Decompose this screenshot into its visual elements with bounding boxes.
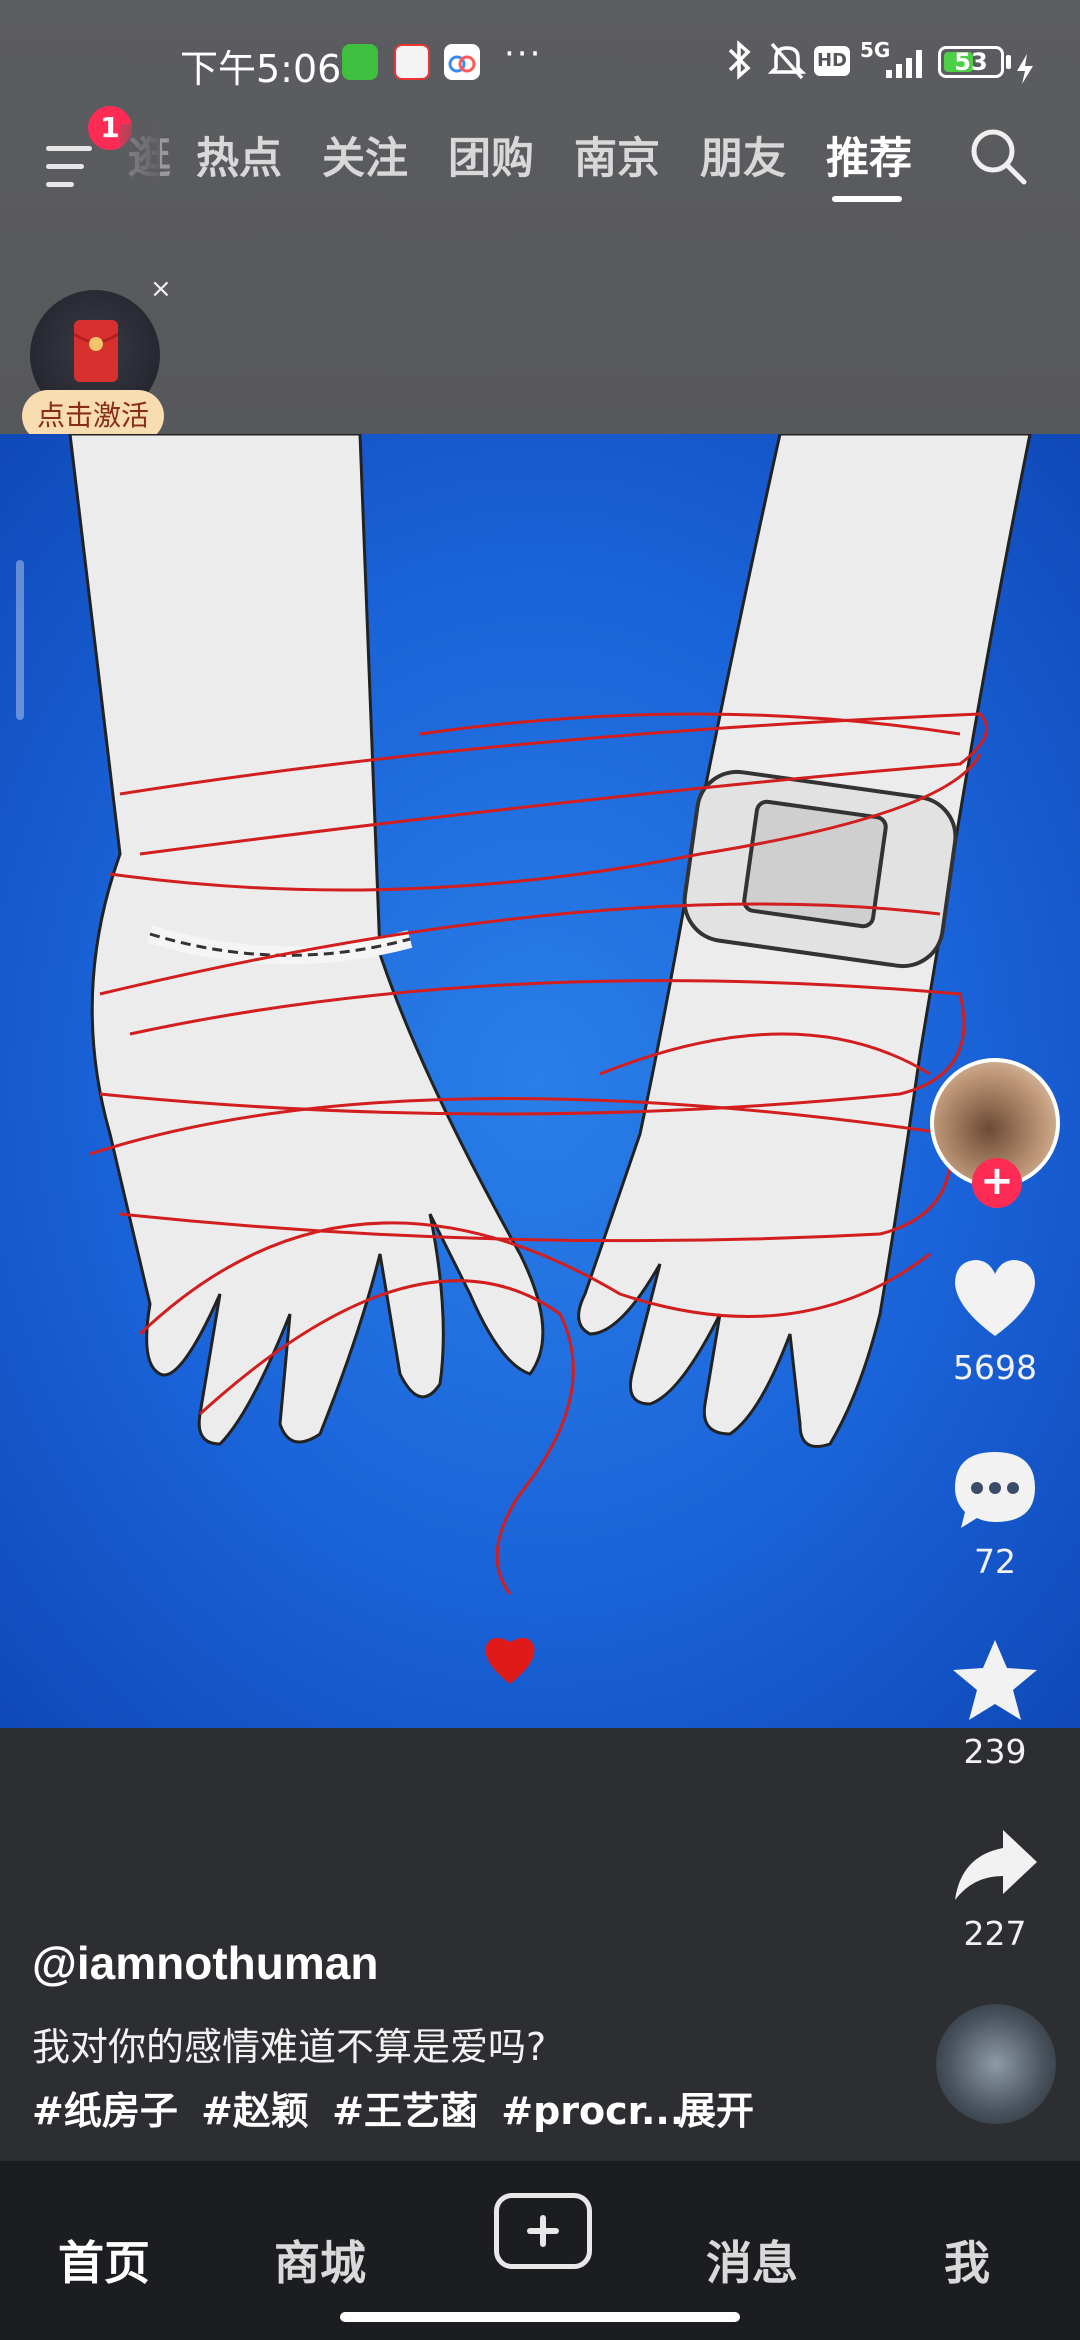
search-icon[interactable] bbox=[966, 124, 1030, 188]
bottom-nav-messages[interactable]: 消息 bbox=[706, 2227, 798, 2293]
hd-icon: HD bbox=[814, 46, 850, 76]
heart-icon bbox=[955, 1260, 1035, 1336]
more-notifications-icon: ··· bbox=[504, 34, 543, 74]
hashtag[interactable]: #procr... bbox=[501, 2089, 684, 2133]
video-artwork[interactable] bbox=[0, 434, 1080, 1728]
hashtags: #纸房子 #赵颖 #王艺菡 #procr... bbox=[32, 2080, 694, 2135]
active-tab-indicator bbox=[832, 196, 902, 202]
share-button[interactable]: 227 bbox=[940, 1826, 1050, 1953]
create-button[interactable] bbox=[494, 2193, 592, 2269]
comment-count: 72 bbox=[974, 1542, 1016, 1581]
tab-fade bbox=[120, 124, 160, 184]
status-bar: 下午5:06 ··· HD 5G 53 bbox=[0, 0, 1080, 124]
bottom-nav-me[interactable]: 我 bbox=[944, 2227, 990, 2293]
battery-tip bbox=[1006, 55, 1011, 69]
mute-bell-icon bbox=[767, 42, 807, 80]
star-icon bbox=[953, 1640, 1037, 1720]
favorite-count: 239 bbox=[963, 1732, 1027, 1771]
battery-icon: 53 bbox=[938, 46, 1004, 78]
close-icon[interactable]: × bbox=[150, 274, 172, 304]
signal-icon bbox=[886, 50, 922, 78]
bottom-nav-home[interactable]: 首页 bbox=[58, 2227, 150, 2293]
tab-following[interactable]: 关注 bbox=[322, 124, 408, 186]
battery-percent: 53 bbox=[954, 48, 988, 76]
tab-nanjing[interactable]: 南京 bbox=[574, 124, 660, 186]
app-58-notification-icon bbox=[394, 44, 430, 80]
share-count: 227 bbox=[963, 1914, 1027, 1953]
hashtag[interactable]: #王艺菡 bbox=[332, 2089, 478, 2133]
music-disc[interactable] bbox=[936, 2004, 1056, 2124]
like-count: 5698 bbox=[953, 1348, 1037, 1387]
expand-button[interactable]: 展开 bbox=[678, 2080, 754, 2135]
home-indicator[interactable] bbox=[340, 2312, 740, 2322]
tab-recommend[interactable]: 推荐 bbox=[826, 124, 912, 186]
tab-group-buy[interactable]: 团购 bbox=[448, 124, 534, 186]
charging-icon bbox=[1017, 54, 1033, 84]
hashtag[interactable]: #纸房子 bbox=[32, 2089, 178, 2133]
like-button[interactable]: 5698 bbox=[940, 1256, 1050, 1387]
video-description: 我对你的感情难道不算是爱吗? bbox=[32, 2025, 547, 2069]
comment-button[interactable]: 72 bbox=[940, 1446, 1050, 1581]
menu-line bbox=[46, 164, 84, 169]
comment-icon bbox=[955, 1452, 1035, 1528]
menu-line bbox=[46, 182, 74, 187]
follow-button[interactable]: + bbox=[972, 1158, 1022, 1208]
share-icon bbox=[955, 1830, 1037, 1900]
tab-hot[interactable]: 热点 bbox=[196, 124, 282, 186]
bottom-nav-mall[interactable]: 商城 bbox=[274, 2227, 366, 2293]
scroll-indicator bbox=[16, 560, 24, 720]
hashtag[interactable]: #赵颖 bbox=[201, 2089, 309, 2133]
author-name[interactable]: @iamnothuman bbox=[32, 1936, 378, 1990]
wechat-notification-icon bbox=[342, 44, 378, 80]
bluetooth-icon bbox=[728, 40, 751, 80]
red-envelope-icon bbox=[73, 320, 119, 382]
favorite-button[interactable]: 239 bbox=[940, 1636, 1050, 1771]
hands-illustration bbox=[68, 434, 1032, 1684]
tab-friends[interactable]: 朋友 bbox=[700, 124, 786, 186]
menu-line bbox=[46, 146, 92, 151]
cloud-app-notification-icon bbox=[444, 44, 480, 80]
status-time: 下午5:06 bbox=[180, 47, 342, 91]
